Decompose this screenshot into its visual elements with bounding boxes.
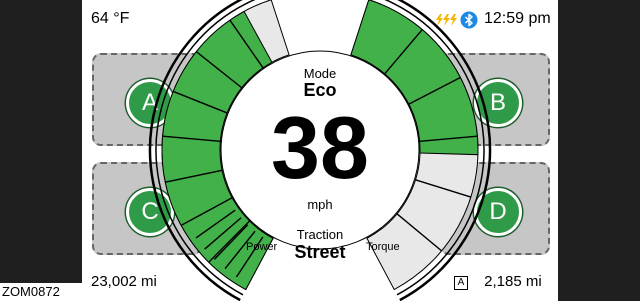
right-frame — [558, 0, 640, 301]
mode-label: Mode — [303, 66, 337, 81]
trip-readout: 2,185 mi — [484, 273, 542, 290]
odometer-readout: 23,002 mi — [91, 273, 157, 290]
reference-code: ZOM0872 — [0, 283, 86, 301]
trip-a-icon: A — [454, 276, 468, 290]
speed-unit: mph — [307, 197, 333, 212]
speed-readout: 38 — [271, 98, 369, 197]
power-label: Power — [246, 241, 278, 253]
torque-label: Torque — [366, 241, 400, 253]
display-screen: 64 °F 12:59 pm A C B D Mode Eco 38 mph T… — [82, 0, 558, 301]
traction-label: Traction — [296, 227, 344, 242]
trip-odometer: A 2,185 mi — [454, 273, 542, 290]
left-frame — [0, 0, 82, 301]
traction-value: Street — [294, 242, 346, 262]
